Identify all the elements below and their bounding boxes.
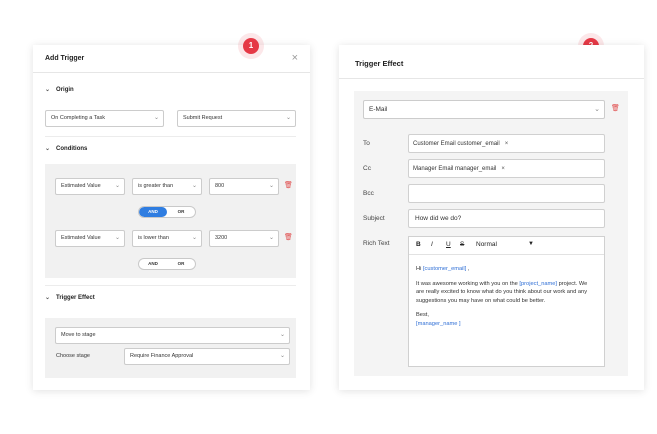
to-label: To (363, 140, 370, 147)
conditions-section-header[interactable]: ⌄ Conditions (45, 145, 88, 153)
panel-title: Trigger Effect (355, 59, 404, 68)
toggle-or-button[interactable]: OR (167, 207, 195, 217)
effect-action-select[interactable]: Move to stage ⌄ (55, 327, 290, 344)
chevron-down-icon: ⌄ (191, 235, 197, 241)
body-paragraph: It was awesome working with you on the [… (416, 280, 596, 306)
cc-chip-label: Manager Email manager_email (413, 166, 497, 172)
chevron-down-icon: ⌄ (594, 106, 600, 113)
effect-action-value: Move to stage (61, 332, 96, 338)
condition-1-value-select[interactable]: 800 ⌄ (209, 178, 279, 195)
signoff-text: Best, (416, 312, 429, 318)
condition-2-value-select[interactable]: 3200 ⌄ (209, 230, 279, 247)
chevron-down-icon: ⌄ (191, 183, 197, 189)
condition-1-field-value: Estimated Value (61, 183, 101, 189)
conditions-heading: Conditions (56, 145, 88, 152)
strikethrough-button[interactable]: S (460, 241, 464, 248)
condition-1-operator-select[interactable]: is greater than ⌄ (132, 178, 202, 195)
underline-button[interactable]: U (446, 241, 451, 248)
logic-toggle-1[interactable]: AND OR (138, 206, 196, 218)
effect-type-value: E-Mail (369, 106, 388, 113)
trigger-effect-heading: Trigger Effect (56, 294, 95, 301)
panel-title: Add Trigger (45, 55, 85, 62)
to-chip-label: Customer Email customer_email (413, 141, 500, 147)
condition-2-field-value: Estimated Value (61, 235, 101, 241)
toggle-and-button[interactable]: AND (139, 259, 167, 269)
close-icon[interactable]: × (292, 52, 298, 64)
condition-1-value: 800 (215, 183, 225, 189)
chevron-down-icon: ⌄ (279, 332, 285, 338)
editor-content[interactable]: Hi [customer_email] , It was awesome wor… (416, 265, 596, 328)
choose-stage-label: Choose stage (56, 353, 90, 359)
chevron-down-icon: ⌄ (45, 146, 51, 152)
canvas: Add Trigger × ⌄ Origin On Completing a T… (0, 0, 657, 434)
condition-2-operator-select[interactable]: is lower than ⌄ (132, 230, 202, 247)
panel-header: Add Trigger × (33, 45, 310, 73)
subject-label: Subject (363, 215, 385, 222)
remove-chip-icon[interactable]: × (501, 166, 505, 172)
condition-1-operator-value: is greater than (138, 183, 174, 189)
chevron-down-icon: ⌄ (45, 295, 51, 301)
stage-value: Require Finance Approval (130, 353, 194, 359)
italic-button[interactable]: I (431, 241, 433, 248)
divider (45, 285, 296, 286)
chevron-down-icon: ⌄ (45, 87, 51, 93)
signature: Best, [manager_name ] (416, 311, 596, 328)
greeting-punct: , (467, 266, 470, 272)
origin-target-value: Submit Request (183, 115, 223, 121)
body-text: It was awesome working with you on the (416, 280, 518, 287)
greeting-line: Hi [customer_email] , (416, 265, 596, 274)
bold-button[interactable]: B (416, 241, 421, 248)
editor-toolbar: B I U S Normal ▼ (409, 237, 604, 255)
stage-select[interactable]: Require Finance Approval ⌄ (124, 348, 290, 365)
condition-2-value: 3200 (215, 235, 228, 241)
merge-tag: [customer_email] (422, 266, 467, 272)
chevron-down-icon: ⌄ (153, 115, 159, 121)
chevron-down-icon: ⌄ (268, 235, 274, 241)
origin-section-header[interactable]: ⌄ Origin (45, 86, 74, 94)
chevron-down-icon: ⌄ (285, 115, 291, 121)
origin-event-value: On Completing a Task (51, 115, 106, 121)
chevron-down-icon: ⌄ (279, 353, 285, 359)
bcc-label: Bcc (363, 190, 374, 197)
remove-chip-icon[interactable]: × (505, 141, 509, 147)
origin-event-select[interactable]: On Completing a Task ⌄ (45, 110, 164, 127)
trigger-effect-section-header[interactable]: ⌄ Trigger Effect (45, 294, 95, 302)
greeting-text: Hi (416, 266, 422, 272)
origin-heading: Origin (56, 86, 74, 93)
cc-label: Cc (363, 165, 371, 172)
condition-1-field-select[interactable]: Estimated Value ⌄ (55, 178, 125, 195)
delete-condition-1-icon[interactable]: 🗑 (284, 181, 293, 189)
divider (45, 136, 296, 137)
subject-field[interactable]: How did we do? (408, 209, 605, 228)
chevron-down-icon: ⌄ (268, 183, 274, 189)
condition-2-field-select[interactable]: Estimated Value ⌄ (55, 230, 125, 247)
chevron-down-icon: ⌄ (114, 183, 120, 189)
delete-effect-icon[interactable]: 🗑 (611, 104, 620, 112)
logic-toggle-2[interactable]: AND OR (138, 258, 196, 270)
subject-value: How did we do? (415, 215, 462, 222)
chevron-down-icon: ⌄ (114, 235, 120, 241)
panel-header: Trigger Effect (339, 45, 644, 79)
step-number-1: 1 (243, 38, 259, 54)
origin-target-select[interactable]: Submit Request ⌄ (177, 110, 296, 127)
delete-condition-2-icon[interactable]: 🗑 (284, 233, 293, 241)
bcc-field[interactable] (408, 184, 605, 203)
condition-2-operator-value: is lower than (138, 235, 169, 241)
rich-text-editor[interactable]: B I U S Normal ▼ Hi [customer_email] , I… (408, 236, 605, 367)
format-select[interactable]: Normal ▼ (476, 241, 534, 248)
toggle-or-button[interactable]: OR (167, 259, 195, 269)
rich-text-label: Rich Text (363, 240, 390, 247)
to-field[interactable]: Customer Email customer_email × (408, 134, 605, 153)
cc-recipient-chip: Manager Email manager_email × (413, 164, 505, 174)
caret-down-icon: ▼ (528, 241, 534, 247)
cc-field[interactable]: Manager Email manager_email × (408, 159, 605, 178)
toggle-and-button[interactable]: AND (139, 207, 167, 217)
merge-tag: [manager_name ] (416, 320, 461, 327)
to-recipient-chip: Customer Email customer_email × (413, 139, 508, 149)
format-value: Normal (476, 241, 497, 248)
merge-tag: [project_name] (519, 280, 558, 287)
step-badge-1: 1 (238, 33, 264, 59)
effect-type-select[interactable]: E-Mail ⌄ (363, 100, 605, 119)
